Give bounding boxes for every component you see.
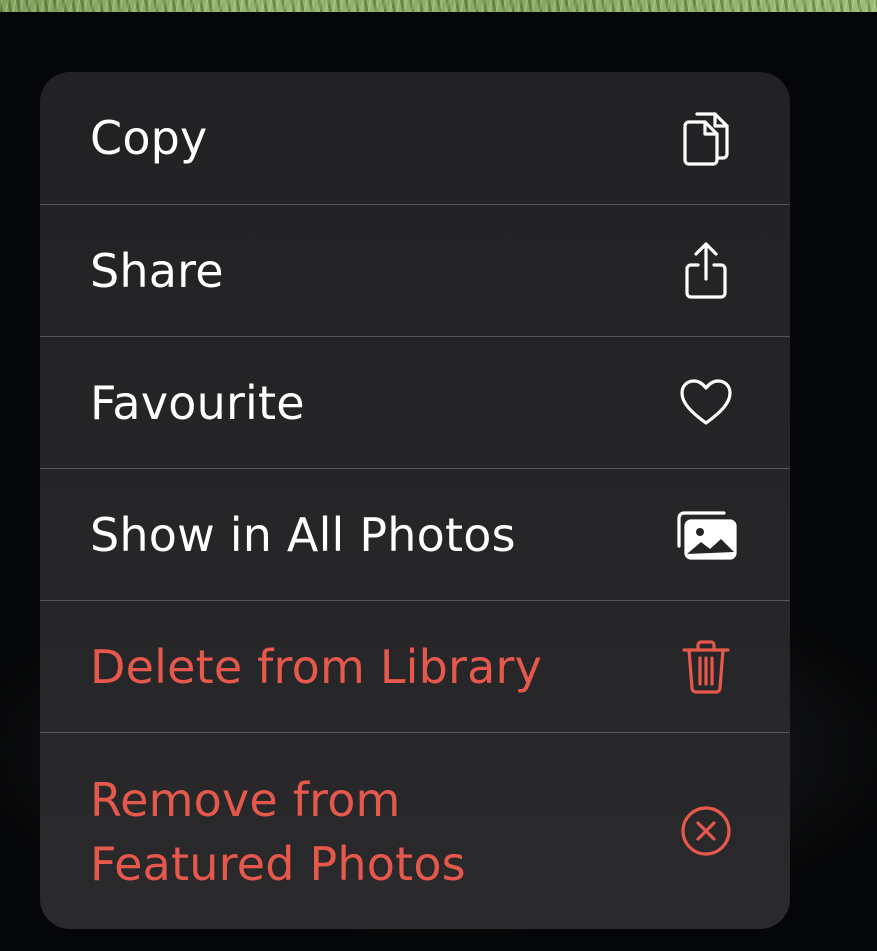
menu-item-label: Copy (90, 111, 208, 165)
menu-item-label: Delete from Library (90, 640, 543, 694)
remove-circle-icon (670, 795, 742, 867)
menu-item-label: Show in All Photos (90, 508, 516, 562)
menu-item-label: Remove from Featured Photos (90, 772, 466, 891)
menu-item-favourite[interactable]: Favourite (40, 336, 790, 468)
menu-item-share[interactable]: Share (40, 204, 790, 336)
menu-item-delete-from-library[interactable]: Delete from Library (40, 600, 790, 732)
menu-item-show-in-all-photos[interactable]: Show in All Photos (40, 468, 790, 600)
photos-icon (670, 499, 742, 571)
menu-item-remove-from-featured-photos[interactable]: Remove from Featured Photos (40, 732, 790, 929)
heart-icon (670, 367, 742, 439)
copy-icon (670, 102, 742, 174)
share-icon (670, 235, 742, 307)
background-photo-strip (0, 0, 877, 12)
menu-item-label: Favourite (90, 376, 305, 430)
trash-icon (670, 631, 742, 703)
menu-item-label: Share (90, 244, 224, 298)
menu-item-copy[interactable]: Copy (40, 72, 790, 204)
context-menu: Copy Share Favourite Show in All Photos … (40, 72, 790, 929)
